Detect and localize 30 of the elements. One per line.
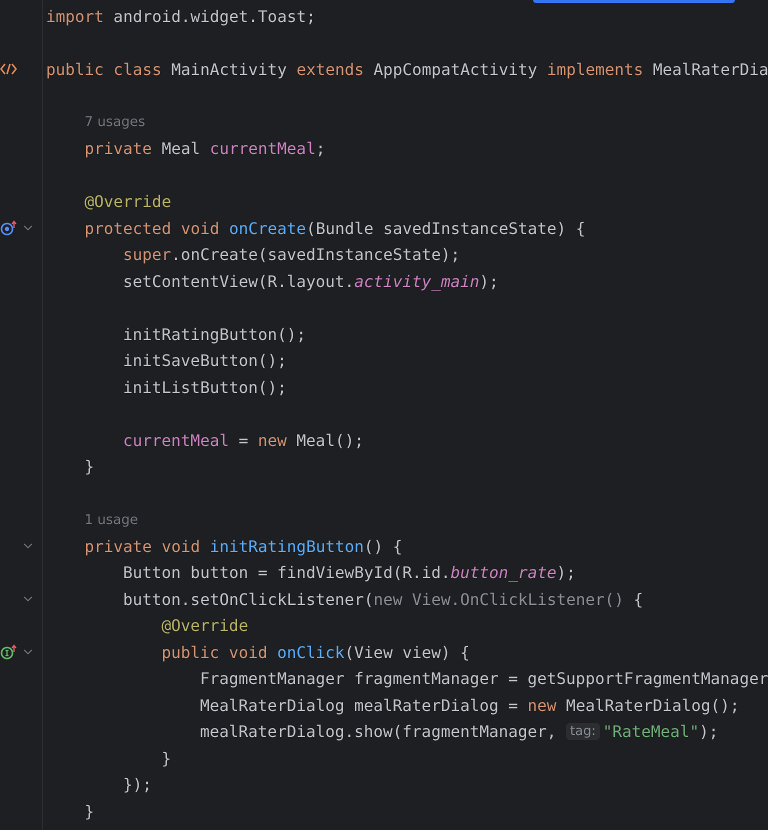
code-line: private Meal currentMeal;: [84, 139, 326, 158]
usages-hint[interactable]: 7 usages: [84, 114, 146, 130]
code-line: Button button = findViewById(R.id.button_rate);: [123, 563, 576, 582]
code-icon: [0, 63, 17, 76]
code-line: public void onClick(View view) {: [162, 642, 470, 662]
code-line: private void initRatingButton() {: [84, 536, 402, 556]
parameter-hint: tag:: [566, 723, 600, 740]
code-line: initListButton();: [123, 378, 287, 397]
code-line: MealRaterDialog mealRaterDialog = new MealRaterDialog();: [200, 696, 740, 715]
code-line: @Override: [162, 616, 248, 636]
code-line: mealRaterDialog.show(fragmentManager,: [200, 722, 558, 742]
code-line: currentMeal = new Meal();: [123, 430, 364, 450]
code-line: });: [123, 775, 152, 794]
code-line: "RateMeal");: [602, 722, 718, 742]
code-line: }: [162, 748, 172, 768]
code-line: FragmentManager fragmentManager = getSupportFragmentManager: [200, 669, 768, 688]
code-line: }: [84, 457, 94, 476]
code-line: protected void onCreate(Bundle savedInstanceState) {: [84, 218, 586, 238]
code-line: @Override: [84, 192, 172, 212]
usages-hint[interactable]: 1 usage: [84, 512, 138, 528]
code-line: public class MainActivity extends AppCompatActivity implements MealRaterDia: [46, 60, 768, 79]
implement-icon[interactable]: [0, 644, 18, 660]
code-line: super.onCreate(savedInstanceState);: [123, 245, 460, 264]
code-line: setContentView(R.layout.activity_main);: [123, 272, 499, 291]
code-line: }: [84, 802, 94, 821]
code-line: import android.widget.Toast;: [46, 6, 316, 26]
code-line: initRatingButton();: [123, 324, 306, 344]
code-line: button.setOnClickListener(new View.OnClickListener() {: [123, 590, 644, 609]
code-line: initSaveButton();: [123, 351, 287, 370]
override-icon[interactable]: [0, 220, 18, 236]
